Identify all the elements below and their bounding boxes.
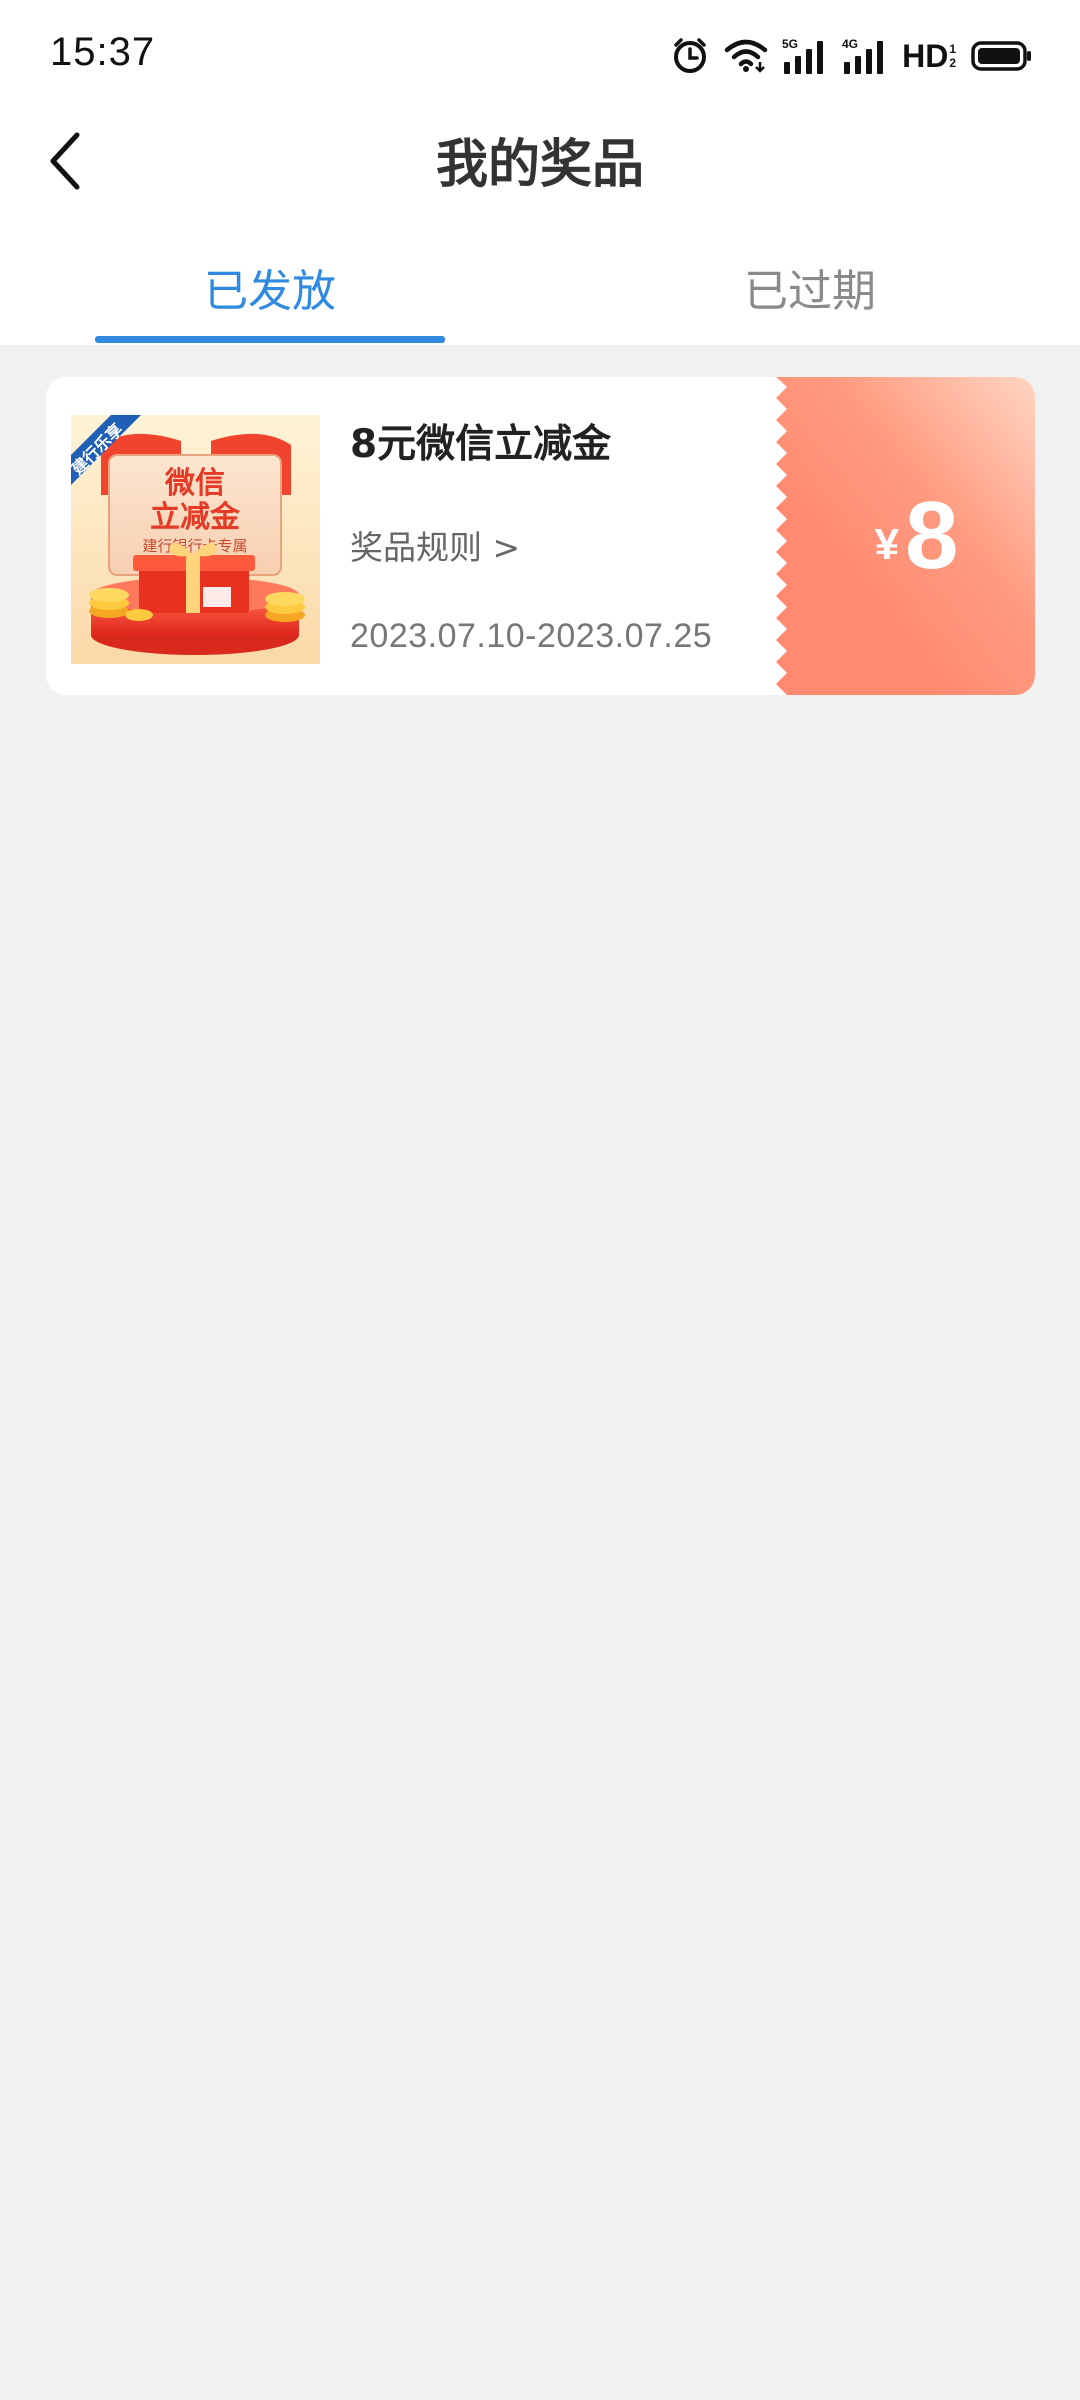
hd-sub-2: 2: [949, 56, 956, 70]
tab-bar: 已发放 已过期: [0, 215, 1080, 345]
currency-symbol: ¥: [874, 520, 900, 569]
prize-rules-link[interactable]: 奖品规则 >: [350, 521, 520, 569]
alarm-icon: [670, 36, 710, 76]
tab-issued-label: 已发放: [204, 266, 336, 317]
prize-card[interactable]: 微信 立减金 建行银行卡专属 建行乐享 8元微信立减金 奖品规则 > 2023.…: [46, 377, 1035, 695]
signal-4g-icon: 4G: [842, 36, 888, 76]
tab-expired-label: 已过期: [744, 266, 876, 317]
prize-validity: 2023.07.10-2023.07.25: [350, 617, 713, 655]
prize-image-line3: 建行银行卡专属: [142, 537, 247, 555]
wifi-icon: [724, 38, 768, 74]
hd-icon: HD 1 2: [902, 38, 956, 75]
coupon-amount: ¥ 8: [776, 377, 1035, 695]
signal-5g-label: 5G: [782, 37, 798, 51]
signal-4g-label: 4G: [842, 37, 858, 51]
page-title: 我的奖品: [435, 135, 644, 195]
prize-image-line2: 立减金: [150, 500, 241, 535]
status-time: 15:37: [50, 30, 156, 74]
coupon-amount-panel: ¥ 8: [776, 377, 1035, 695]
prize-title: 8元微信立减金: [350, 422, 612, 467]
prize-image: 微信 立减金 建行银行卡专属 建行乐享: [71, 415, 320, 664]
battery-icon: [970, 40, 1032, 72]
signal-5g-icon: 5G: [782, 36, 828, 76]
tab-issued[interactable]: 已发放: [0, 215, 540, 345]
status-icons: 5G 4G HD 1 2: [670, 34, 1032, 78]
status-bar: 15:37 5G 4G HD 1 2: [0, 0, 1080, 110]
tab-expired[interactable]: 已过期: [540, 215, 1080, 345]
prize-image-line1: 微信: [164, 466, 225, 501]
coupon-value: 8: [905, 482, 959, 589]
hd-label: HD: [902, 37, 949, 74]
tab-active-indicator: [95, 336, 445, 343]
hd-sub-1: 1: [949, 42, 956, 56]
